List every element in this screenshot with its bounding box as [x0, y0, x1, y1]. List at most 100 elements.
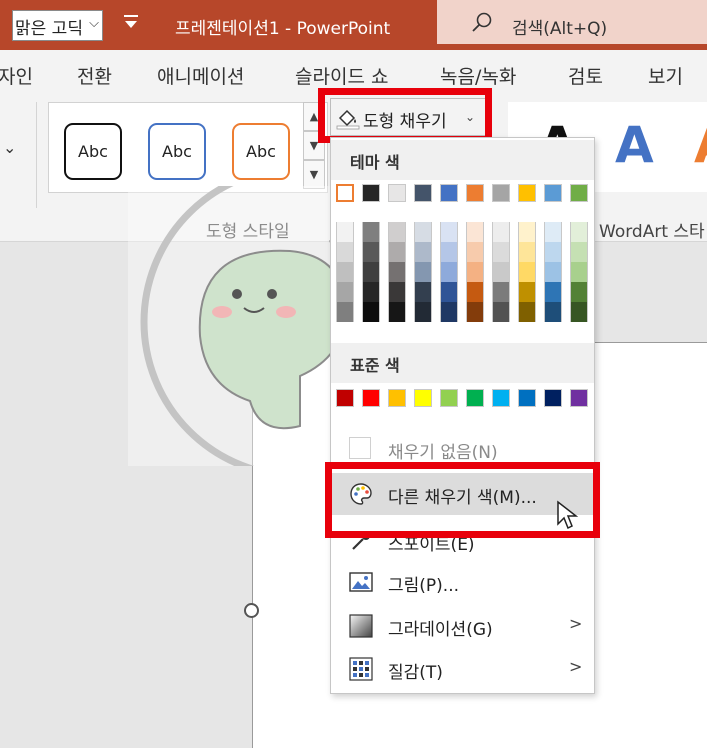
theme-shade-swatch[interactable]: [544, 262, 562, 282]
theme-shade-swatch[interactable]: [440, 242, 458, 262]
theme-shade-swatch[interactable]: [440, 282, 458, 302]
theme-shade-swatch[interactable]: [336, 262, 354, 282]
theme-shade-swatch[interactable]: [570, 262, 588, 282]
theme-shade-swatch[interactable]: [466, 282, 484, 302]
shape-style-blue[interactable]: Abc: [148, 123, 206, 180]
picture-item[interactable]: 그림(P)...: [331, 561, 594, 603]
standard-color-swatch[interactable]: [336, 389, 354, 407]
theme-color-swatch[interactable]: [492, 184, 510, 202]
resize-handle-left[interactable]: [244, 603, 259, 618]
theme-shade-swatch[interactable]: [414, 242, 432, 262]
tab-review[interactable]: 검토: [568, 62, 603, 89]
theme-shade-swatch[interactable]: [544, 302, 562, 322]
standard-color-swatch[interactable]: [388, 389, 406, 407]
theme-color-swatch[interactable]: [518, 184, 536, 202]
standard-color-swatch[interactable]: [466, 389, 484, 407]
font-name-box[interactable]: 맑은 고딕 ⌵: [12, 10, 103, 41]
gallery-more-button[interactable]: ▼: [303, 160, 325, 189]
theme-shade-swatch[interactable]: [544, 242, 562, 262]
theme-color-swatch[interactable]: [466, 184, 484, 202]
standard-color-swatch[interactable]: [544, 389, 562, 407]
theme-shade-swatch[interactable]: [440, 302, 458, 322]
chevron-right-icon: >: [569, 657, 583, 676]
standard-color-swatch[interactable]: [570, 389, 588, 407]
theme-color-swatch[interactable]: [336, 184, 354, 202]
theme-shade-swatch[interactable]: [336, 222, 354, 242]
theme-color-swatch[interactable]: [362, 184, 380, 202]
theme-shade-swatch[interactable]: [336, 282, 354, 302]
group-divider: [36, 102, 37, 208]
theme-shade-swatch[interactable]: [492, 222, 510, 242]
chevron-down-icon[interactable]: ⌵: [89, 16, 99, 31]
theme-shade-swatch[interactable]: [336, 302, 354, 322]
theme-shade-swatch[interactable]: [518, 302, 536, 322]
tab-animations[interactable]: 애니메이션: [157, 62, 244, 89]
tab-view[interactable]: 보기: [648, 62, 683, 89]
theme-shade-swatch[interactable]: [518, 222, 536, 242]
theme-shade-swatch[interactable]: [544, 282, 562, 302]
theme-color-swatch[interactable]: [440, 184, 458, 202]
theme-shade-swatch[interactable]: [518, 242, 536, 262]
standard-color-swatch[interactable]: [414, 389, 432, 407]
theme-shade-swatch[interactable]: [414, 262, 432, 282]
standard-color-swatch[interactable]: [440, 389, 458, 407]
theme-shade-swatch[interactable]: [388, 282, 406, 302]
chevron-right-icon: >: [569, 614, 583, 633]
chevron-down-icon[interactable]: ⌄: [3, 138, 16, 157]
no-fill-label: 채우기 없음(N): [388, 443, 498, 463]
theme-shade-swatch[interactable]: [414, 302, 432, 322]
theme-shade-swatch[interactable]: [362, 262, 380, 282]
theme-shade-swatch[interactable]: [362, 222, 380, 242]
theme-shade-swatch[interactable]: [414, 222, 432, 242]
theme-shade-swatch[interactable]: [466, 222, 484, 242]
theme-shade-swatch[interactable]: [492, 242, 510, 262]
theme-shade-swatch[interactable]: [388, 262, 406, 282]
theme-color-swatch[interactable]: [414, 184, 432, 202]
theme-shade-swatch[interactable]: [466, 262, 484, 282]
theme-color-swatch[interactable]: [388, 184, 406, 202]
wordart-style-orange[interactable]: A: [694, 116, 707, 174]
theme-shade-swatch[interactable]: [440, 262, 458, 282]
theme-shade-swatch[interactable]: [492, 302, 510, 322]
theme-shade-swatch[interactable]: [414, 282, 432, 302]
theme-shade-swatch[interactable]: [492, 262, 510, 282]
theme-shade-swatch[interactable]: [466, 302, 484, 322]
standard-color-swatch[interactable]: [492, 389, 510, 407]
texture-item[interactable]: 질감(T) >: [331, 648, 594, 690]
theme-shade-swatch[interactable]: [362, 282, 380, 302]
tab-design[interactable]: 자인: [0, 62, 33, 89]
theme-shade-swatch[interactable]: [518, 262, 536, 282]
theme-shade-swatch[interactable]: [518, 282, 536, 302]
theme-shade-swatch[interactable]: [492, 282, 510, 302]
theme-shade-swatch[interactable]: [336, 242, 354, 262]
theme-shade-swatch[interactable]: [362, 302, 380, 322]
wordart-style-blue[interactable]: A: [615, 116, 654, 174]
theme-shade-swatch[interactable]: [388, 242, 406, 262]
theme-shade-swatch[interactable]: [570, 282, 588, 302]
theme-shade-swatch[interactable]: [466, 242, 484, 262]
search-icon: [472, 12, 492, 32]
tab-slide-show[interactable]: 슬라이드 쇼: [295, 62, 388, 89]
theme-color-swatch[interactable]: [544, 184, 562, 202]
theme-colors-header: 테마 색: [331, 140, 594, 180]
theme-shade-swatch[interactable]: [388, 222, 406, 242]
standard-color-swatch[interactable]: [362, 389, 380, 407]
tab-transitions[interactable]: 전환: [77, 62, 112, 89]
theme-shade-swatch[interactable]: [362, 242, 380, 262]
theme-color-swatch[interactable]: [570, 184, 588, 202]
gradient-item[interactable]: 그라데이션(G) >: [331, 605, 594, 647]
tab-record[interactable]: 녹음/녹화: [440, 62, 516, 89]
theme-shade-swatch[interactable]: [544, 222, 562, 242]
texture-icon: [349, 657, 373, 681]
theme-shade-swatch[interactable]: [570, 242, 588, 262]
theme-shade-swatch[interactable]: [388, 302, 406, 322]
theme-shade-swatch[interactable]: [570, 222, 588, 242]
theme-shade-swatch[interactable]: [440, 222, 458, 242]
search-box[interactable]: 검색(Alt+Q): [437, 0, 707, 44]
shape-style-black[interactable]: Abc: [64, 123, 122, 180]
gradient-icon: [349, 614, 373, 638]
quick-access-dropdown-icon[interactable]: [122, 13, 140, 33]
shape-style-orange[interactable]: Abc: [232, 123, 290, 180]
theme-shade-swatch[interactable]: [570, 302, 588, 322]
standard-color-swatch[interactable]: [518, 389, 536, 407]
